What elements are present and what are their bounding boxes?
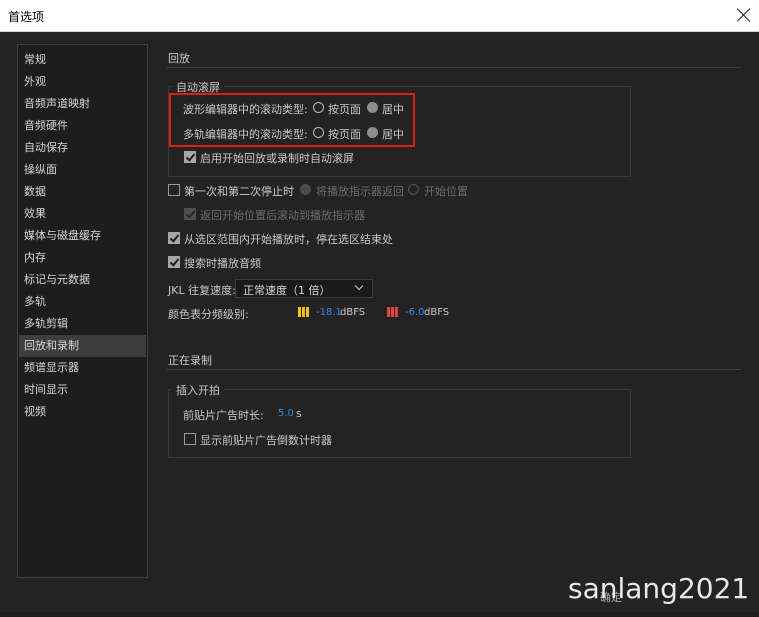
sidebar-item-general[interactable]: 常规 bbox=[19, 49, 146, 71]
watermark-text: sanlang2021 bbox=[568, 572, 750, 605]
sidebar-item-memory[interactable]: 内存 bbox=[19, 247, 146, 269]
preroll-label: 前贴片广告时长: bbox=[183, 409, 264, 422]
sidebar-item-audio-channel-mapping[interactable]: 音频声道映射 bbox=[19, 93, 146, 115]
preroll-value[interactable]: 5.0 bbox=[278, 408, 294, 419]
level1-value[interactable]: -18.1 bbox=[316, 307, 342, 318]
jkl-speed-select[interactable]: 正常速度（1 倍） bbox=[235, 279, 373, 298]
sidebar-item-multitrack-clips[interactable]: 多轨剪辑 bbox=[19, 313, 146, 335]
red-highlight-box bbox=[169, 93, 415, 147]
sidebar-item-audio-hardware[interactable]: 音频硬件 bbox=[19, 115, 146, 137]
sidebar-item-spectral-displays[interactable]: 频谱显示器 bbox=[19, 357, 146, 379]
close-icon[interactable] bbox=[736, 7, 752, 23]
enable-autoscroll-checkbox[interactable] bbox=[184, 151, 196, 163]
return-scroll-checkbox[interactable] bbox=[184, 208, 196, 220]
enable-autoscroll-label: 启用开始回放或录制时自动滚屏 bbox=[200, 152, 354, 165]
sidebar-item-control-surface[interactable]: 操纵面 bbox=[19, 159, 146, 181]
countdown-checkbox[interactable] bbox=[184, 433, 196, 445]
sidebar-item-markers-metadata[interactable]: 标记与元数据 bbox=[19, 269, 146, 291]
return-indicator-label: 将播放指示器返回 bbox=[316, 185, 404, 198]
sidebar-item-multitrack[interactable]: 多轨 bbox=[19, 291, 146, 313]
punch-in-legend: 插入开拍 bbox=[172, 382, 224, 398]
sidebar-item-media-cache[interactable]: 媒体与磁盘缓存 bbox=[19, 225, 146, 247]
sidebar: 常规 外观 音频声道映射 音频硬件 自动保存 操纵面 数据 效果 媒体与磁盘缓存… bbox=[17, 44, 148, 578]
preroll-unit: s bbox=[296, 407, 302, 420]
sidebar-item-time-display[interactable]: 时间显示 bbox=[19, 379, 146, 401]
level-meter-red-icon bbox=[387, 307, 398, 317]
scrub-audio-label: 搜索时播放音频 bbox=[184, 257, 261, 270]
playback-section-title: 回放 bbox=[168, 52, 190, 65]
recording-divider bbox=[166, 369, 741, 370]
play-selection-checkbox[interactable] bbox=[168, 232, 180, 244]
bottom-strip bbox=[0, 612, 759, 617]
play-selection-label: 从选区范围内开始播放时，停在选区结束处 bbox=[184, 233, 393, 246]
scrub-audio-checkbox[interactable] bbox=[168, 256, 180, 268]
sidebar-item-playback-recording[interactable]: 回放和录制 bbox=[19, 335, 146, 357]
level2-value[interactable]: -6.0 bbox=[405, 307, 425, 318]
jkl-speed-label: JKL 往复速度: bbox=[168, 284, 236, 297]
level-meter-yellow-icon bbox=[298, 307, 309, 317]
recording-section-title: 正在录制 bbox=[168, 354, 212, 367]
sidebar-item-data[interactable]: 数据 bbox=[19, 181, 146, 203]
sidebar-item-auto-save[interactable]: 自动保存 bbox=[19, 137, 146, 159]
return-scroll-label: 返回开始位置后滚动到播放指示器 bbox=[200, 209, 365, 222]
countdown-label: 显示前贴片广告倒数计时器 bbox=[200, 434, 332, 447]
stop-twice-checkbox[interactable] bbox=[168, 184, 180, 196]
playback-divider bbox=[166, 67, 741, 68]
window-title: 首选项 bbox=[8, 10, 45, 24]
return-indicator-radio[interactable] bbox=[300, 184, 311, 195]
level2-unit: dBFS bbox=[424, 307, 450, 318]
stop-twice-label: 第一次和第二次停止时 bbox=[184, 185, 294, 198]
sidebar-item-effects[interactable]: 效果 bbox=[19, 203, 146, 225]
jkl-speed-value: 正常速度（1 倍） bbox=[243, 284, 331, 297]
level1-unit: dBFS bbox=[340, 307, 366, 318]
sidebar-item-video[interactable]: 视频 bbox=[19, 401, 146, 423]
sidebar-item-appearance[interactable]: 外观 bbox=[19, 71, 146, 93]
color-level-label: 颜色表分频级别: bbox=[168, 308, 249, 321]
chevron-down-icon bbox=[354, 281, 364, 291]
start-position-radio[interactable] bbox=[408, 184, 419, 195]
start-position-label: 开始位置 bbox=[424, 185, 468, 198]
title-bar: 首选项 bbox=[0, 0, 759, 32]
